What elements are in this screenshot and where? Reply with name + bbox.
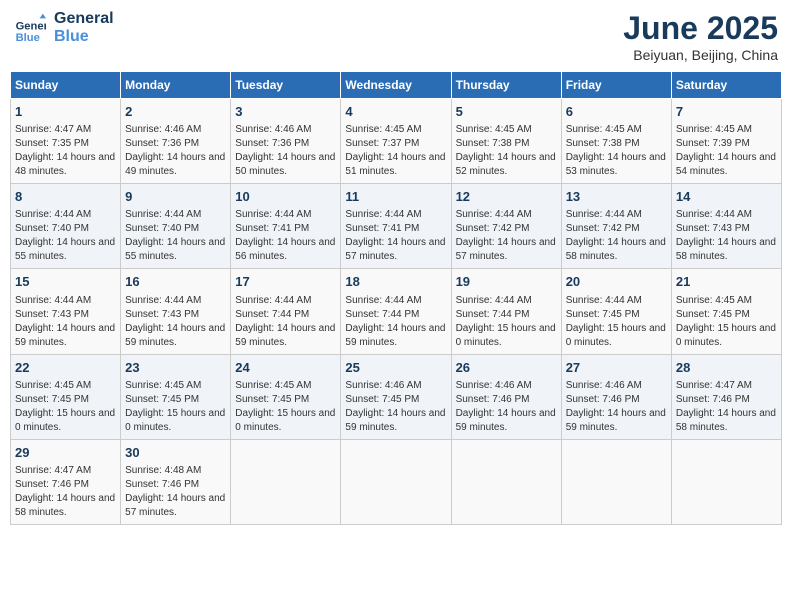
logo: General Blue General Blue [14, 10, 114, 45]
day-cell: 22Sunrise: 4:45 AM Sunset: 7:45 PM Dayli… [11, 354, 121, 439]
day-cell: 12Sunrise: 4:44 AM Sunset: 7:42 PM Dayli… [451, 184, 561, 269]
calendar-table: Sunday Monday Tuesday Wednesday Thursday… [10, 71, 782, 525]
col-wednesday: Wednesday [341, 72, 451, 99]
col-monday: Monday [121, 72, 231, 99]
title-block: June 2025 Beiyuan, Beijing, China [623, 10, 778, 63]
col-thursday: Thursday [451, 72, 561, 99]
day-cell: 30Sunrise: 4:48 AM Sunset: 7:46 PM Dayli… [121, 439, 231, 524]
day-cell: 20Sunrise: 4:44 AM Sunset: 7:45 PM Dayli… [561, 269, 671, 354]
day-cell: 27Sunrise: 4:46 AM Sunset: 7:46 PM Dayli… [561, 354, 671, 439]
day-cell: 23Sunrise: 4:45 AM Sunset: 7:45 PM Dayli… [121, 354, 231, 439]
day-cell: 2Sunrise: 4:46 AM Sunset: 7:36 PM Daylig… [121, 99, 231, 184]
day-cell [231, 439, 341, 524]
day-cell [561, 439, 671, 524]
day-cell: 18Sunrise: 4:44 AM Sunset: 7:44 PM Dayli… [341, 269, 451, 354]
day-cell: 3Sunrise: 4:46 AM Sunset: 7:36 PM Daylig… [231, 99, 341, 184]
day-cell: 15Sunrise: 4:44 AM Sunset: 7:43 PM Dayli… [11, 269, 121, 354]
month-title: June 2025 [623, 10, 778, 47]
day-cell: 21Sunrise: 4:45 AM Sunset: 7:45 PM Dayli… [671, 269, 781, 354]
day-cell: 5Sunrise: 4:45 AM Sunset: 7:38 PM Daylig… [451, 99, 561, 184]
day-cell: 9Sunrise: 4:44 AM Sunset: 7:40 PM Daylig… [121, 184, 231, 269]
header-row: Sunday Monday Tuesday Wednesday Thursday… [11, 72, 782, 99]
day-cell: 29Sunrise: 4:47 AM Sunset: 7:46 PM Dayli… [11, 439, 121, 524]
day-cell: 24Sunrise: 4:45 AM Sunset: 7:45 PM Dayli… [231, 354, 341, 439]
day-cell [671, 439, 781, 524]
day-cell: 28Sunrise: 4:47 AM Sunset: 7:46 PM Dayli… [671, 354, 781, 439]
day-cell: 16Sunrise: 4:44 AM Sunset: 7:43 PM Dayli… [121, 269, 231, 354]
logo-blue: Blue [54, 28, 114, 46]
day-cell [341, 439, 451, 524]
day-cell: 19Sunrise: 4:44 AM Sunset: 7:44 PM Dayli… [451, 269, 561, 354]
location: Beiyuan, Beijing, China [623, 47, 778, 63]
col-sunday: Sunday [11, 72, 121, 99]
day-cell: 17Sunrise: 4:44 AM Sunset: 7:44 PM Dayli… [231, 269, 341, 354]
logo-general: General [54, 10, 114, 28]
day-cell: 13Sunrise: 4:44 AM Sunset: 7:42 PM Dayli… [561, 184, 671, 269]
logo-icon: General Blue [14, 12, 46, 44]
day-cell: 25Sunrise: 4:46 AM Sunset: 7:45 PM Dayli… [341, 354, 451, 439]
page-header: General Blue General Blue June 2025 Beiy… [10, 10, 782, 63]
day-cell: 4Sunrise: 4:45 AM Sunset: 7:37 PM Daylig… [341, 99, 451, 184]
day-cell: 8Sunrise: 4:44 AM Sunset: 7:40 PM Daylig… [11, 184, 121, 269]
day-cell: 11Sunrise: 4:44 AM Sunset: 7:41 PM Dayli… [341, 184, 451, 269]
svg-text:Blue: Blue [16, 31, 40, 43]
day-cell [451, 439, 561, 524]
day-cell: 6Sunrise: 4:45 AM Sunset: 7:38 PM Daylig… [561, 99, 671, 184]
col-friday: Friday [561, 72, 671, 99]
day-cell: 1Sunrise: 4:47 AM Sunset: 7:35 PM Daylig… [11, 99, 121, 184]
col-tuesday: Tuesday [231, 72, 341, 99]
day-cell: 10Sunrise: 4:44 AM Sunset: 7:41 PM Dayli… [231, 184, 341, 269]
day-cell: 7Sunrise: 4:45 AM Sunset: 7:39 PM Daylig… [671, 99, 781, 184]
day-cell: 14Sunrise: 4:44 AM Sunset: 7:43 PM Dayli… [671, 184, 781, 269]
col-saturday: Saturday [671, 72, 781, 99]
svg-text:General: General [16, 20, 46, 32]
day-cell: 26Sunrise: 4:46 AM Sunset: 7:46 PM Dayli… [451, 354, 561, 439]
